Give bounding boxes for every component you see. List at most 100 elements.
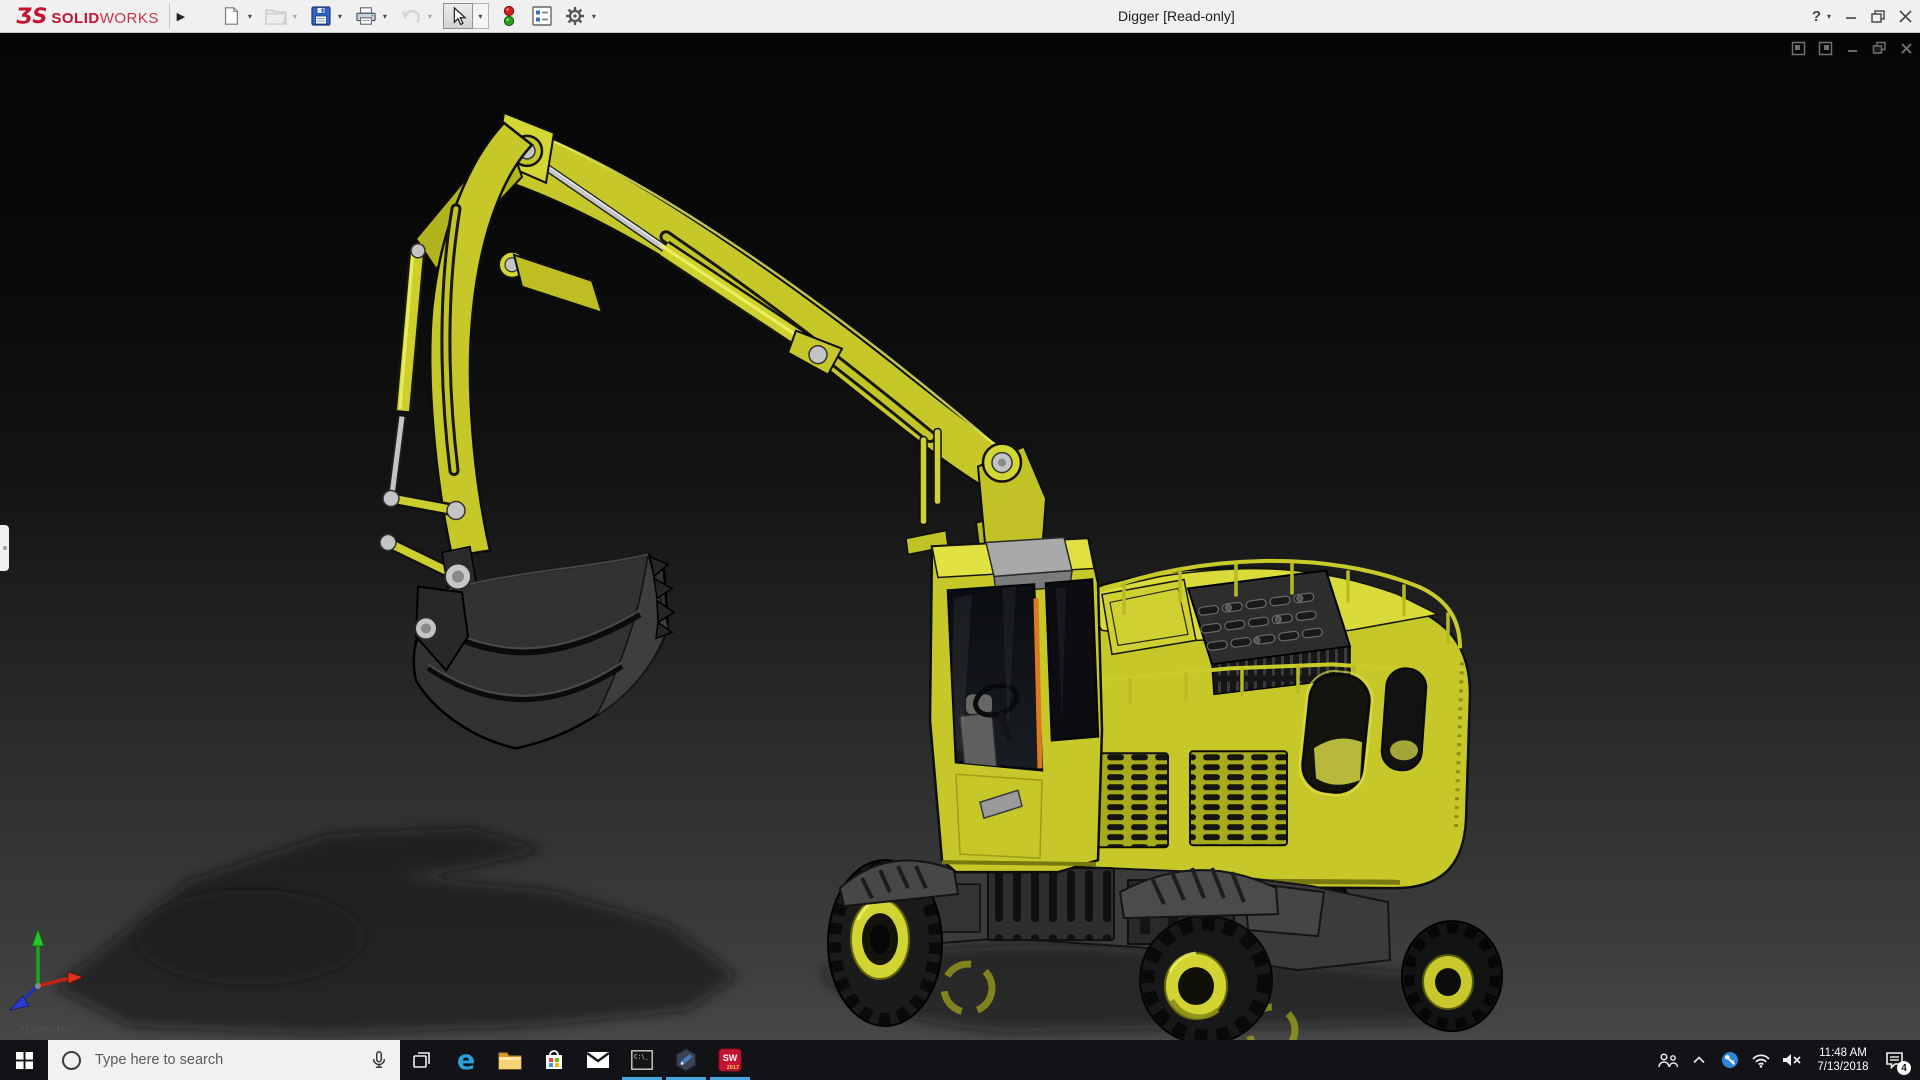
tray-overflow-chevron-icon[interactable]	[1687, 1040, 1711, 1080]
close-icon	[1900, 42, 1912, 54]
taskbar-app-file-explorer[interactable]	[488, 1040, 532, 1080]
start-button[interactable]	[0, 1040, 48, 1080]
save-dropdown[interactable]: ▾	[334, 3, 346, 29]
clock-date: 7/13/2018	[1817, 1061, 1869, 1073]
help-button[interactable]: ?	[1812, 8, 1821, 25]
stick-cylinder	[531, 155, 844, 377]
minimize-icon	[1846, 17, 1856, 19]
solidworks-logo-solid: SOLID	[51, 10, 100, 27]
open-folder-icon	[265, 9, 287, 25]
print-icon	[356, 7, 376, 25]
print-dropdown[interactable]: ▾	[379, 3, 391, 29]
command-prompt-icon: C:\_	[631, 1050, 653, 1070]
taskbar-app-command-prompt[interactable]: C:\_	[620, 1040, 664, 1080]
system-tray: 11:48 AM 7/13/2018 4	[1656, 1040, 1920, 1080]
taskbar-search[interactable]	[48, 1040, 400, 1080]
sw-icon-letters: SW	[723, 1053, 738, 1063]
document-window-controls	[1790, 40, 1914, 56]
solidworks-logo-mark: ƷS	[16, 4, 48, 28]
select-tool-dropdown[interactable]: ▾	[472, 3, 489, 29]
store-icon	[546, 1050, 562, 1069]
sw-icon-year: 2017	[727, 1065, 739, 1071]
roof-equipment-box	[985, 536, 1073, 578]
restore-button[interactable]	[1871, 9, 1885, 23]
file-explorer-icon	[498, 1052, 522, 1070]
doc-close-button[interactable]	[1898, 40, 1914, 56]
notification-badge: 4	[1897, 1061, 1911, 1075]
task-view-button[interactable]	[400, 1040, 444, 1080]
tray-app-blue-icon[interactable]	[1718, 1040, 1742, 1080]
save-floppy-icon	[311, 6, 331, 26]
traffic-light-icon	[503, 5, 514, 27]
doc-minimize-button[interactable]	[1844, 40, 1860, 56]
windows-taskbar: e C:\_	[0, 1040, 1920, 1080]
model-scene[interactable]	[0, 33, 1920, 1040]
rebuild-button[interactable]	[496, 3, 522, 29]
microphone-icon[interactable]	[370, 1050, 388, 1070]
restore-icon	[1871, 9, 1885, 23]
help-dropdown[interactable]: ▾	[1827, 12, 1831, 21]
window-controls: ? ▾	[1812, 0, 1912, 32]
side-vent-grille-right	[1189, 750, 1288, 847]
wifi-icon[interactable]	[1749, 1040, 1773, 1080]
windows-logo-icon	[15, 1051, 33, 1069]
bucket-cylinder	[387, 243, 426, 504]
edge-icon: e	[456, 1044, 476, 1076]
taskbar-empty-space	[752, 1040, 1656, 1080]
tab-grip-dot	[2, 546, 7, 550]
doc-restore-button[interactable]	[1871, 40, 1887, 56]
taskbar-app-mail[interactable]	[576, 1040, 620, 1080]
menu-flyout-arrow[interactable]: ▶	[168, 3, 192, 29]
print-button[interactable]	[353, 3, 379, 29]
triad-y-axis	[31, 927, 45, 986]
action-center-button[interactable]: 4	[1882, 1040, 1911, 1080]
panel-collapse-tab[interactable]	[0, 525, 9, 571]
window-icon	[1791, 41, 1805, 55]
solidworks-logo-works: WORKS	[99, 10, 159, 27]
window-icon	[1818, 41, 1832, 55]
restore-icon	[1872, 41, 1886, 54]
file-properties-button[interactable]	[529, 3, 555, 29]
people-icon[interactable]	[1656, 1040, 1680, 1080]
new-window-button[interactable]	[1790, 40, 1806, 56]
file-properties-icon	[532, 6, 552, 26]
minimize-icon	[1847, 49, 1857, 52]
solidworks-2017-icon: SW 2017	[718, 1048, 742, 1072]
options-dropdown[interactable]: ▾	[588, 3, 600, 29]
new-document-dropdown[interactable]: ▾	[244, 3, 256, 29]
window-tab-button[interactable]	[1817, 40, 1833, 56]
new-document-icon	[224, 6, 239, 25]
close-icon	[1899, 9, 1912, 23]
mail-icon	[586, 1052, 610, 1068]
search-input[interactable]	[93, 1051, 358, 1069]
view-orientation-label: *Dimetric	[20, 1022, 76, 1037]
solidworks-window: ƷS SOLID WORKS ▶ ▾ ▾ ▾ ▾ ▾ ▾ ▾ Digger [R…	[0, 0, 1920, 1080]
options-button[interactable]	[562, 3, 588, 29]
graphics-viewport[interactable]: *Dimetric	[0, 33, 1920, 1040]
save-button[interactable]	[308, 3, 334, 29]
clock-time: 11:48 AM	[1819, 1047, 1867, 1059]
taskbar-app-edrawings[interactable]	[664, 1040, 708, 1080]
edrawings-hexagon-icon	[675, 1048, 697, 1072]
undo-dropdown[interactable]: ▾	[424, 3, 436, 29]
taskbar-app-edge[interactable]: e	[444, 1040, 488, 1080]
front-right-wheel	[1139, 915, 1273, 1040]
open-button[interactable]	[263, 3, 289, 29]
close-button[interactable]	[1899, 9, 1912, 23]
minimize-button[interactable]	[1845, 10, 1857, 22]
taskbar-app-store[interactable]	[532, 1040, 576, 1080]
cortana-icon	[62, 1050, 81, 1070]
taskbar-app-solidworks[interactable]: SW 2017	[708, 1040, 752, 1080]
open-dropdown[interactable]: ▾	[289, 3, 301, 29]
window-title: Digger [Read-only]	[1118, 8, 1235, 24]
select-tool-button[interactable]	[442, 3, 473, 29]
new-document-button[interactable]	[218, 3, 244, 29]
solidworks-logo: ƷS SOLID WORKS	[0, 4, 169, 28]
select-cursor-icon	[453, 6, 467, 26]
gear-icon	[565, 7, 584, 25]
title-bar: ƷS SOLID WORKS ▶ ▾ ▾ ▾ ▾ ▾ ▾ ▾ Digger [R…	[0, 0, 1920, 33]
volume-muted-icon[interactable]	[1780, 1040, 1804, 1080]
task-view-icon	[413, 1052, 430, 1068]
taskbar-clock[interactable]: 11:48 AM 7/13/2018	[1811, 1046, 1875, 1074]
undo-button[interactable]	[398, 3, 424, 29]
